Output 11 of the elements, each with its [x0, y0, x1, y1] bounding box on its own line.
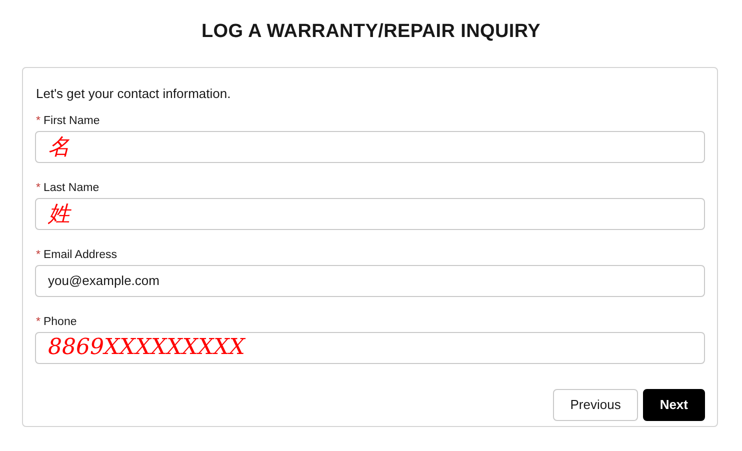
input-field[interactable]: 8869XXXXXXXXX	[35, 332, 705, 364]
field-label: * First Name	[36, 114, 101, 128]
field-label: * Phone	[36, 314, 78, 328]
field-label: * Last Name	[36, 180, 100, 194]
field-label: * Email Address	[36, 248, 118, 262]
intro-text: Let's get your contact information.	[36, 85, 232, 103]
previous-button[interactable]: Previous	[553, 388, 638, 420]
next-button[interactable]: Next	[642, 388, 705, 420]
page-title: LOG A WARRANTY/REPAIR INQUIRY	[200, 21, 542, 43]
input-field[interactable]: 名	[35, 130, 705, 162]
input-field[interactable]: you@example.com	[35, 264, 705, 296]
